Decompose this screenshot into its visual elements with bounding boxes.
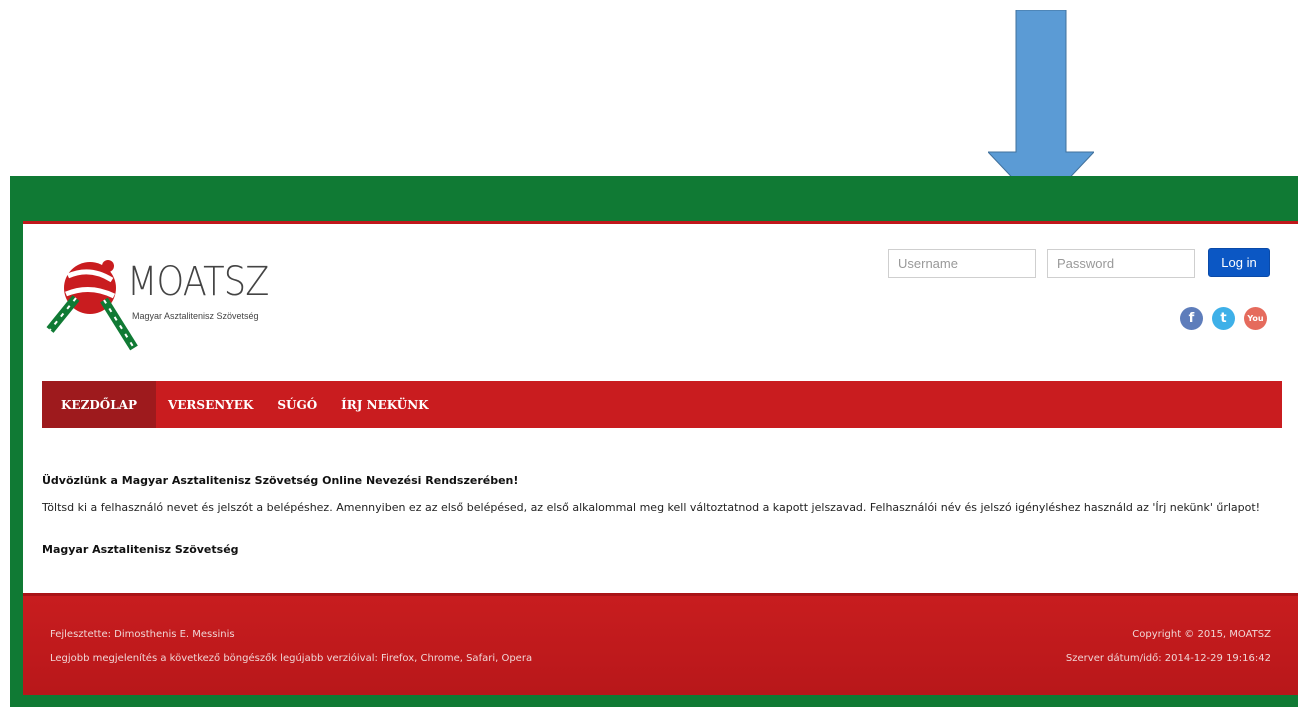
logo-title: MOATSZ: [127, 259, 269, 305]
footer-developer: Fejlesztette: Dimosthenis E. Messinis: [50, 629, 235, 640]
footer-copyright: Copyright © 2015, MOATSZ: [1132, 629, 1271, 640]
footer-server-time: Szerver dátum/idő: 2014-12-29 19:16:42: [1065, 653, 1271, 664]
facebook-icon[interactable]: f: [1180, 307, 1203, 330]
youtube-icon[interactable]: You: [1244, 307, 1267, 330]
footer-browsers: Legjobb megjelenítés a következő böngész…: [50, 653, 533, 664]
login-button[interactable]: Log in: [1208, 248, 1270, 277]
welcome-heading: Üdvözlünk a Magyar Asztalitenisz Szövets…: [42, 474, 519, 487]
nav-item-kezdolap[interactable]: KEZDŐLAP: [42, 381, 156, 428]
username-input[interactable]: [888, 249, 1036, 278]
logo-subtitle: Magyar Asztalitenisz Szövetség: [132, 311, 259, 321]
signature: Magyar Asztalitenisz Szövetség: [42, 543, 239, 556]
nav-item-versenyek[interactable]: VERSENYEK: [156, 381, 265, 428]
nav-item-sugo[interactable]: SÚGÓ: [265, 381, 329, 428]
password-input[interactable]: [1047, 249, 1195, 278]
nav-item-irj-nekunk[interactable]: ÍRJ NEKÜNK: [329, 381, 440, 428]
twitter-icon[interactable]: t: [1212, 307, 1235, 330]
footer: [23, 593, 1298, 695]
intro-text: Töltsd ki a felhasználó nevet és jelszót…: [42, 501, 1261, 514]
main-nav: KEZDŐLAP VERSENYEK SÚGÓ ÍRJ NEKÜNK: [42, 381, 1282, 428]
